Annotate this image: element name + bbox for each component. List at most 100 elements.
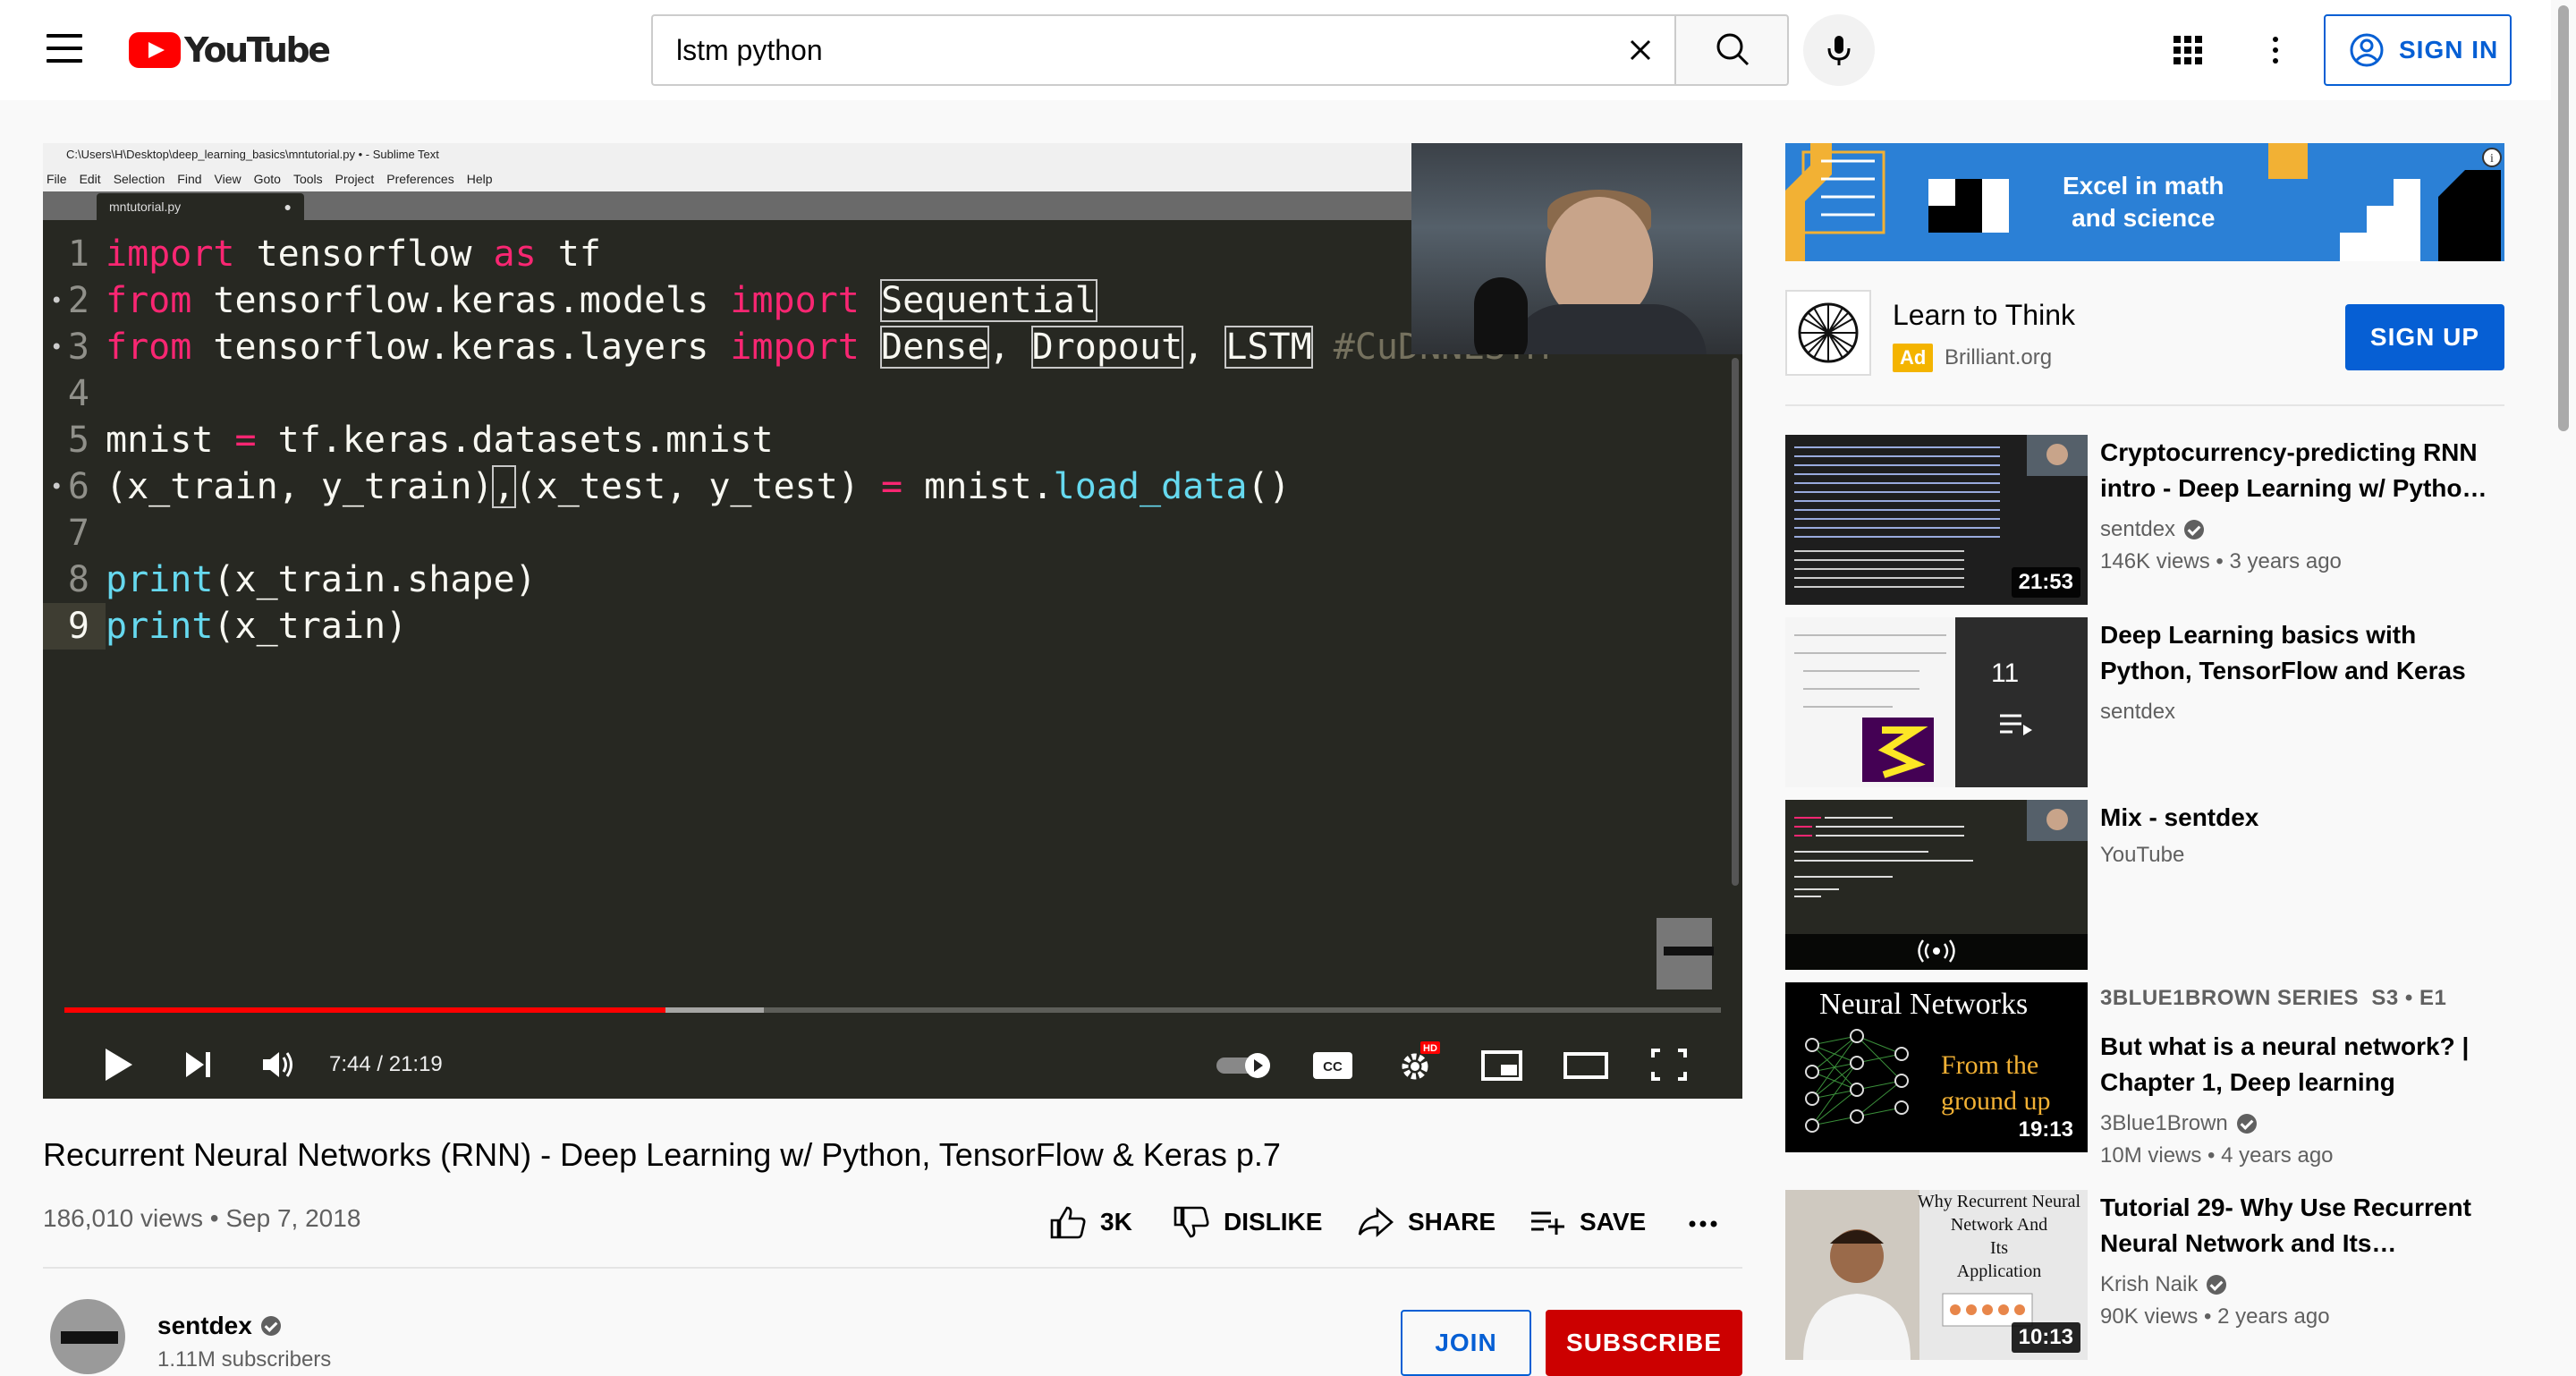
video-view-count: 186,010 views • Sep 7, 2018 (43, 1204, 361, 1232)
video-title[interactable]: Cryptocurrency-predicting RNN intro - De… (2100, 435, 2494, 506)
settings-gear-icon[interactable]: HD (1388, 1036, 1445, 1093)
close-icon[interactable] (1621, 30, 1660, 70)
join-button[interactable]: JOIN (1401, 1310, 1531, 1376)
video-player[interactable]: C:\Users\H\Desktop\deep_learning_basics\… (43, 143, 1742, 1099)
thumbs-up-icon (1050, 1206, 1086, 1239)
live-mix-icon (1918, 939, 1955, 963)
brilliant-logo[interactable] (1785, 290, 1871, 376)
code-line: 5 mnist = tf.keras.datasets.mnist (67, 420, 774, 461)
share-button[interactable]: SHARE (1356, 1204, 1496, 1240)
verified-icon (2207, 1275, 2227, 1295)
channel-name[interactable]: sentdex (2100, 517, 2205, 542)
divider (1785, 404, 2504, 406)
like-button[interactable]: 3K (1048, 1204, 1132, 1240)
video-meta: 90K views • 2 years ago (2100, 1304, 2330, 1329)
fullscreen-icon[interactable] (1640, 1036, 1698, 1093)
sign-in-button[interactable]: SIGN IN (2324, 14, 2512, 86)
svg-text:CC: CC (1323, 1059, 1343, 1074)
account-icon (2350, 33, 2384, 67)
ad-domain: Brilliant.org (1945, 345, 2053, 369)
video-title[interactable]: Tutorial 29- Why Use Recurrent Neural Ne… (2100, 1190, 2494, 1261)
thumbnail-subtitle: From the (1941, 1050, 2039, 1080)
subscribe-button[interactable]: SUBSCRIBE (1546, 1310, 1742, 1376)
channel-name[interactable]: sentdex (2100, 700, 2175, 725)
editor-menu-item: Tools (292, 172, 323, 186)
voice-search-button[interactable] (1803, 14, 1875, 86)
brilliant-logo-icon (1798, 302, 1859, 363)
recommended-video[interactable]: 21:53 Cryptocurrency-predicting RNN intr… (1785, 435, 2504, 605)
miniplayer-icon[interactable] (1472, 1036, 1530, 1093)
channel-name[interactable]: 3Blue1Brown (2100, 1111, 2257, 1136)
video-thumbnail[interactable]: 21:53 (1785, 435, 2088, 605)
modified-marker-icon: • (50, 474, 64, 499)
channel-name[interactable]: sentdex (157, 1312, 281, 1340)
ad-banner[interactable]: i Excel in math and science (1785, 143, 2504, 261)
top-bar: YouTube SIGN IN (0, 0, 2576, 100)
editor-menu-item: Preferences (386, 172, 454, 186)
menu-icon[interactable] (47, 34, 82, 66)
video-thumbnail[interactable]: Neural Networks From the ground up 19:13 (1785, 982, 2088, 1152)
recommended-video[interactable]: Why Recurrent Neural Network And Its Applic… (1785, 1190, 2504, 1360)
mix-thumbnail[interactable] (1785, 800, 2088, 970)
time-display: 7:44 / 21:19 (329, 1052, 443, 1076)
code-line: 4 (67, 373, 89, 414)
dislike-button[interactable]: DISLIKE (1172, 1204, 1322, 1240)
code-line: 7 (67, 513, 89, 554)
channel-avatar[interactable] (50, 1299, 125, 1374)
editor-menu-item: Edit (79, 172, 101, 186)
duration-badge: 10:13 (2011, 1322, 2080, 1353)
thumbnail-title: Neural Networks (1819, 988, 2029, 1021)
series-label[interactable]: 3BLUE1BROWN SERIES S3 • E1 (2100, 986, 2446, 1011)
search-button[interactable] (1674, 14, 1789, 86)
editor-tab: mntutorial.py ● (97, 193, 304, 220)
playlist-icon (2000, 714, 2032, 735)
code-line: 8 print(x_train.shape) (67, 559, 537, 600)
search-input[interactable] (676, 32, 1481, 68)
unsaved-dot-icon: ● (284, 200, 292, 214)
modified-marker-icon: • (50, 335, 64, 360)
play-icon[interactable] (88, 1036, 145, 1093)
verified-icon (2236, 1114, 2257, 1134)
thumbs-down-icon (1174, 1206, 1209, 1238)
subscriber-count: 1.11M subscribers (157, 1347, 332, 1372)
save-button[interactable]: SAVE (1528, 1204, 1646, 1240)
volume-icon[interactable] (249, 1036, 306, 1093)
video-title[interactable]: Deep Learning basics with Python, Tensor… (2100, 617, 2494, 689)
editor-menu-item: Selection (113, 172, 165, 186)
playlist-count: 11 (1991, 658, 2020, 688)
more-horiz-icon[interactable] (1685, 1208, 1721, 1240)
ad-title[interactable]: Learn to Think (1893, 299, 2075, 332)
recommended-video[interactable]: Neural Networks From the ground up 19:13… (1785, 982, 2504, 1168)
webcam-overlay (1411, 143, 1742, 354)
verified-icon (2184, 520, 2205, 539)
scrollbar-thumb[interactable] (2558, 5, 2569, 431)
editor-menu-item: Help (466, 172, 493, 186)
video-meta: 10M views • 4 years ago (2100, 1143, 2334, 1168)
search-box (651, 14, 1676, 86)
video-title[interactable]: Mix - sentdex (2100, 800, 2494, 836)
apps-grid-icon[interactable] (2172, 34, 2204, 66)
theater-mode-icon[interactable] (1556, 1036, 1614, 1093)
video-title[interactable]: But what is a neural network? | Chapter … (2100, 1029, 2494, 1100)
channel-watermark[interactable] (1657, 918, 1714, 990)
captions-icon[interactable]: CC (1304, 1036, 1361, 1093)
ad-sign-up-button[interactable]: SIGN UP (2345, 304, 2504, 370)
svg-text:HD: HD (1423, 1043, 1437, 1054)
modified-marker-icon: • (50, 288, 64, 313)
youtube-logo[interactable]: YouTube (129, 30, 331, 70)
more-vert-icon[interactable] (2259, 34, 2292, 66)
thumbnail-subtitle: ground up (1941, 1086, 2051, 1116)
recommended-playlist[interactable]: 11 Deep Learning basics with Python, Ten… (1785, 617, 2504, 787)
code-line: • 6 (x_train, y_train),(x_test, y_test) = … (43, 463, 1742, 510)
editor-menu-item: View (214, 172, 242, 186)
recommended-mix[interactable]: Mix - sentdex YouTube (1785, 800, 2504, 970)
video-meta: 146K views • 3 years ago (2100, 549, 2342, 573)
channel-name[interactable]: Krish Naik (2100, 1272, 2227, 1297)
channel-name[interactable]: YouTube (2100, 843, 2184, 868)
page-scrollbar[interactable] (2551, 0, 2576, 1367)
video-thumbnail[interactable]: Why Recurrent Neural Network And Its Applic… (1785, 1190, 2088, 1360)
next-icon[interactable] (168, 1036, 225, 1093)
playlist-thumbnail[interactable]: 11 (1785, 617, 2088, 787)
autoplay-toggle-icon[interactable] (1211, 1036, 1283, 1093)
thumbnail-notebook-art (1785, 617, 2088, 787)
